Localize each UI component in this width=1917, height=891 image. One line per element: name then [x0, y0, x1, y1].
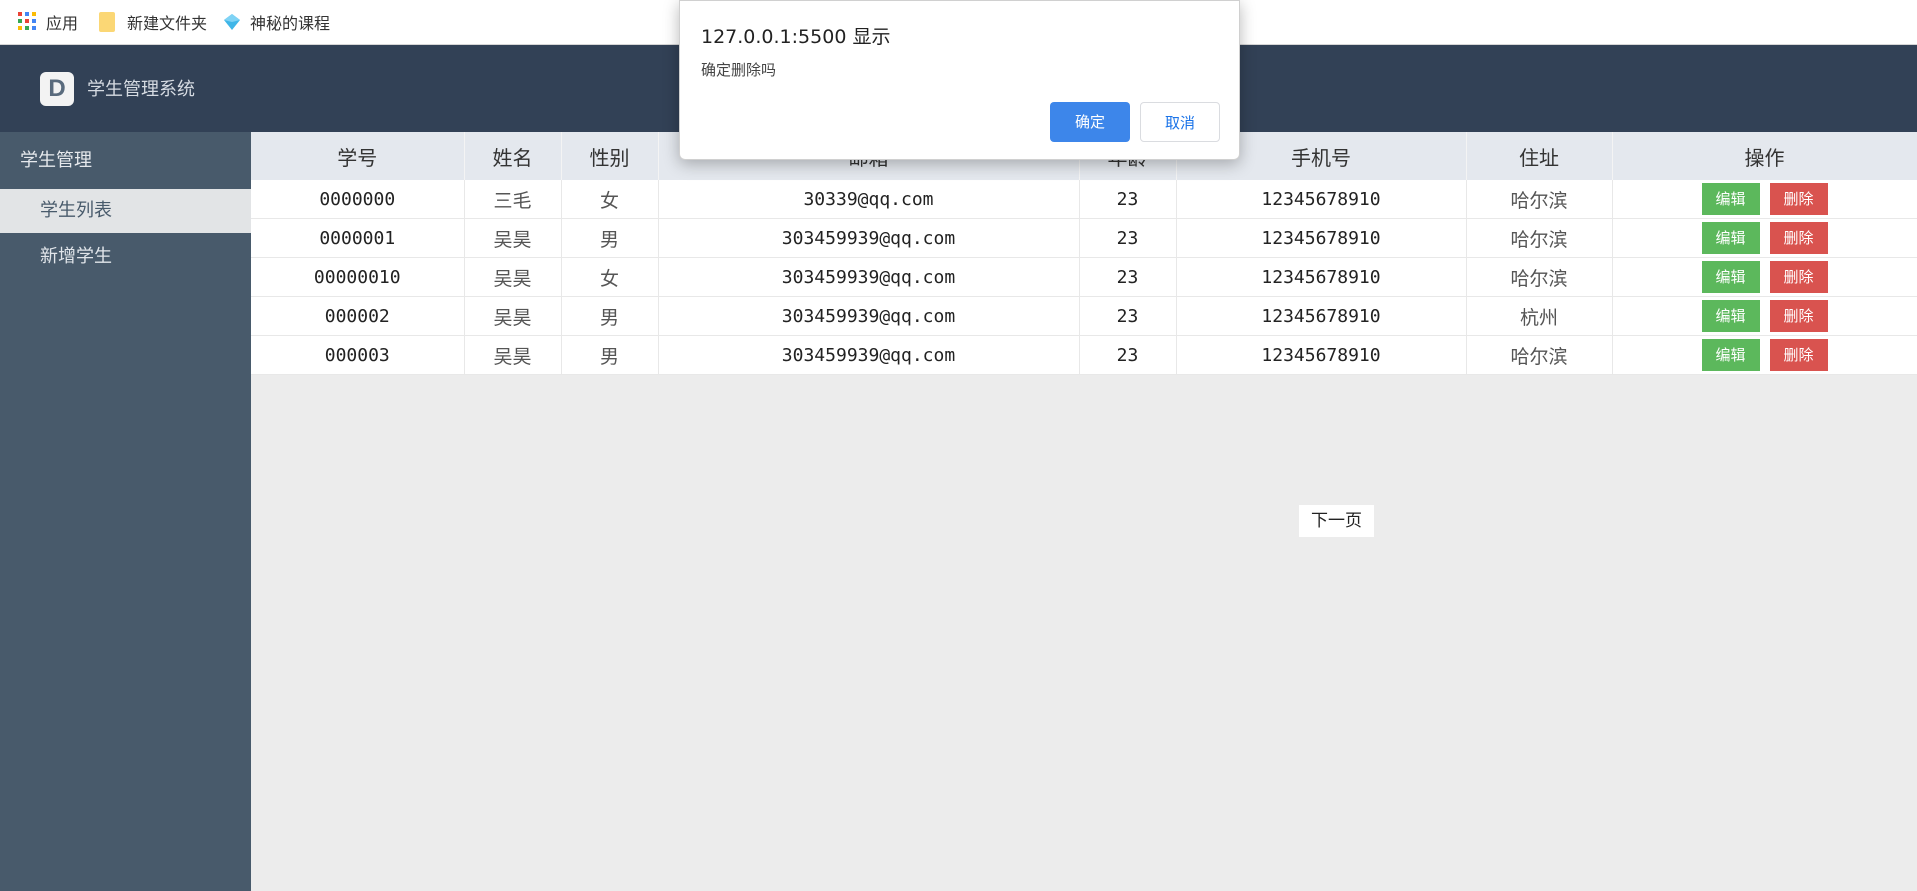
cell-phone: 12345678910: [1176, 296, 1467, 336]
column-header: 学号: [251, 132, 465, 180]
bookmark-folder-label: 新建文件夹: [127, 14, 208, 33]
diamond-icon: [222, 12, 242, 32]
cell-name: 三毛: [464, 180, 562, 219]
cell-name: 吴昊: [464, 296, 562, 336]
cell-actions: 编辑 删除: [1612, 335, 1917, 375]
table-row: 00000010 吴昊 女 303459939@qq.com 23 123456…: [251, 257, 1917, 297]
cell-address: 哈尔滨: [1466, 180, 1613, 219]
cell-id: 000003: [251, 335, 465, 375]
edit-button[interactable]: 编辑: [1701, 222, 1760, 254]
table-row: 000003 吴昊 男 303459939@qq.com 23 12345678…: [251, 335, 1917, 375]
cell-gender: 男: [561, 335, 659, 375]
cell-id: 0000001: [251, 218, 465, 258]
cell-gender: 男: [561, 218, 659, 258]
bookmark-course[interactable]: 神秘的课程: [222, 0, 330, 44]
column-header: 操作: [1612, 132, 1917, 180]
table-row: 000002 吴昊 男 303459939@qq.com 23 12345678…: [251, 296, 1917, 336]
cell-address: 哈尔滨: [1466, 335, 1613, 375]
cell-id: 0000000: [251, 180, 465, 219]
folder-icon: [99, 12, 115, 32]
delete-button[interactable]: 删除: [1769, 339, 1828, 371]
confirm-dialog: 127.0.0.1:5500 显示 确定删除吗 确定 取消: [679, 0, 1240, 160]
bookmark-folder[interactable]: 新建文件夹: [99, 0, 207, 44]
sidebar-group-student-management[interactable]: 学生管理: [0, 144, 251, 178]
column-header: 姓名: [464, 132, 562, 180]
cell-phone: 12345678910: [1176, 218, 1467, 258]
cell-age: 23: [1079, 257, 1177, 297]
cell-email: 303459939@qq.com: [658, 218, 1080, 258]
delete-button[interactable]: 删除: [1769, 300, 1828, 332]
cell-gender: 男: [561, 296, 659, 336]
column-header: 住址: [1466, 132, 1613, 180]
cell-address: 哈尔滨: [1466, 257, 1613, 297]
cell-actions: 编辑 删除: [1612, 296, 1917, 336]
dialog-message: 确定删除吗: [701, 61, 777, 79]
bookmark-apps[interactable]: 应用: [18, 0, 78, 44]
cell-name: 吴昊: [464, 218, 562, 258]
delete-button[interactable]: 删除: [1769, 183, 1828, 215]
bookmark-apps-label: 应用: [46, 14, 79, 33]
bookmark-course-label: 神秘的课程: [250, 14, 331, 33]
cell-age: 23: [1079, 335, 1177, 375]
column-header: 性别: [561, 132, 659, 180]
dialog-ok-button[interactable]: 确定: [1050, 102, 1130, 142]
table-row: 0000000 三毛 女 30339@qq.com 23 12345678910…: [251, 180, 1917, 219]
cell-age: 23: [1079, 180, 1177, 219]
cell-actions: 编辑 删除: [1612, 257, 1917, 297]
edit-button[interactable]: 编辑: [1701, 183, 1760, 215]
dialog-title: 127.0.0.1:5500 显示: [701, 26, 891, 48]
table-row: 0000001 吴昊 男 303459939@qq.com 23 1234567…: [251, 218, 1917, 258]
dialog-cancel-button[interactable]: 取消: [1140, 102, 1220, 142]
cell-age: 23: [1079, 218, 1177, 258]
cell-phone: 12345678910: [1176, 180, 1467, 219]
cell-phone: 12345678910: [1176, 257, 1467, 297]
cell-age: 23: [1079, 296, 1177, 336]
cell-address: 杭州: [1466, 296, 1613, 336]
cell-actions: 编辑 删除: [1612, 218, 1917, 258]
apps-grid-icon: [18, 12, 38, 32]
edit-button[interactable]: 编辑: [1701, 339, 1760, 371]
cell-actions: 编辑 删除: [1612, 180, 1917, 219]
delete-button[interactable]: 删除: [1769, 222, 1828, 254]
cell-name: 吴昊: [464, 335, 562, 375]
cell-gender: 女: [561, 180, 659, 219]
cell-address: 哈尔滨: [1466, 218, 1613, 258]
cell-email: 30339@qq.com: [658, 180, 1080, 219]
sidebar: 学生管理 学生列表 新增学生: [0, 132, 251, 891]
cell-phone: 12345678910: [1176, 335, 1467, 375]
cell-id: 00000010: [251, 257, 465, 297]
app-title: 学生管理系统: [87, 79, 195, 100]
edit-button[interactable]: 编辑: [1701, 300, 1760, 332]
delete-button[interactable]: 删除: [1769, 261, 1828, 293]
cell-name: 吴昊: [464, 257, 562, 297]
cell-gender: 女: [561, 257, 659, 297]
student-table: 学号 姓名 性别 邮箱 年龄 手机号 住址 操作 0000000 三毛 女 30…: [251, 132, 1917, 375]
sidebar-item-add-student[interactable]: 新增学生: [0, 235, 251, 279]
cell-email: 303459939@qq.com: [658, 257, 1080, 297]
cell-id: 000002: [251, 296, 465, 336]
cell-email: 303459939@qq.com: [658, 296, 1080, 336]
cell-email: 303459939@qq.com: [658, 335, 1080, 375]
logo-icon: D: [40, 72, 74, 106]
edit-button[interactable]: 编辑: [1701, 261, 1760, 293]
student-table-wrap: 学号 姓名 性别 邮箱 年龄 手机号 住址 操作 0000000 三毛 女 30…: [251, 132, 1917, 537]
next-page-button[interactable]: 下一页: [1299, 505, 1374, 537]
sidebar-item-student-list[interactable]: 学生列表: [0, 189, 251, 233]
